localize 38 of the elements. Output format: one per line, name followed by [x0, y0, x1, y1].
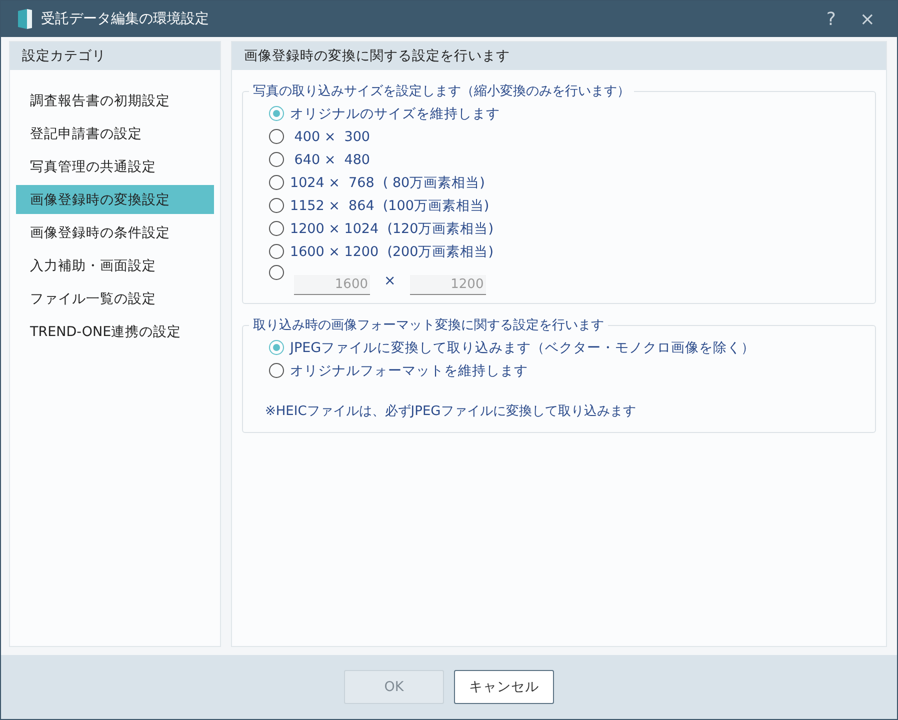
sidebar-item[interactable]: 入力補助・画面設定 — [16, 251, 214, 280]
radio-button[interactable] — [269, 221, 284, 236]
cancel-button[interactable]: キャンセル — [454, 670, 554, 704]
window-title: 受託データ編集の環境設定 — [41, 10, 210, 28]
radio-button[interactable] — [269, 106, 284, 121]
sidebar-item[interactable]: 調査報告書の初期設定 — [16, 86, 214, 115]
content-heading: 画像登録時の変換に関する設定を行います — [232, 42, 886, 70]
sidebar-item[interactable]: TREND-ONE連携の設定 — [16, 317, 214, 346]
radio-button[interactable] — [269, 363, 284, 378]
option-label: 1600 × 1200 (200万画素相当) — [290, 242, 494, 260]
option-label: 1200 × 1024 (120万画素相当) — [290, 220, 494, 238]
group-legend: 取り込み時の画像フォーマット変換に関する設定を行います — [249, 316, 608, 334]
app-logo-icon — [17, 9, 33, 29]
sidebar-item[interactable]: 登記申請書の設定 — [16, 119, 214, 148]
note-text: ※HEICファイルは、必ずJPEGファイルに変換して取り込みます — [265, 403, 637, 420]
radio-button[interactable] — [269, 244, 284, 259]
radio-button[interactable] — [269, 340, 284, 355]
sidebar-item[interactable]: 写真管理の共通設定 — [16, 152, 214, 181]
option-label: 1152 × 864 (100万画素相当) — [290, 196, 490, 214]
close-button[interactable]: × — [852, 8, 883, 30]
radio-button[interactable] — [269, 152, 284, 167]
sidebar-heading: 設定カテゴリ — [10, 42, 220, 70]
radio-button[interactable] — [269, 175, 284, 190]
sidebar-item[interactable]: 画像登録時の変換設定 — [16, 185, 214, 214]
option-label: JPEGファイルに変換して取り込みます（ベクター・モノクロ画像を除く） — [290, 338, 756, 356]
option-label: オリジナルフォーマットを維持します — [290, 362, 528, 380]
sidebar-item[interactable]: 画像登録時の条件設定 — [16, 218, 214, 247]
option-label: 640 × 480 — [293, 152, 370, 168]
group-legend: 写真の取り込みサイズを設定します（縮小変換のみを行います） — [249, 82, 634, 100]
radio-button[interactable] — [269, 129, 284, 144]
help-button[interactable]: ? — [818, 8, 844, 30]
times-sign: × — [383, 273, 397, 289]
option-label: 1024 × 768 ( 80万画素相当) — [290, 174, 485, 192]
option-label: 400 × 300 — [293, 128, 370, 144]
radio-button[interactable] — [269, 198, 284, 213]
sidebar-item[interactable]: ファイル一覧の設定 — [16, 284, 214, 313]
radio-button[interactable] — [269, 265, 284, 280]
option-label: オリジナルのサイズを維持します — [290, 104, 500, 122]
